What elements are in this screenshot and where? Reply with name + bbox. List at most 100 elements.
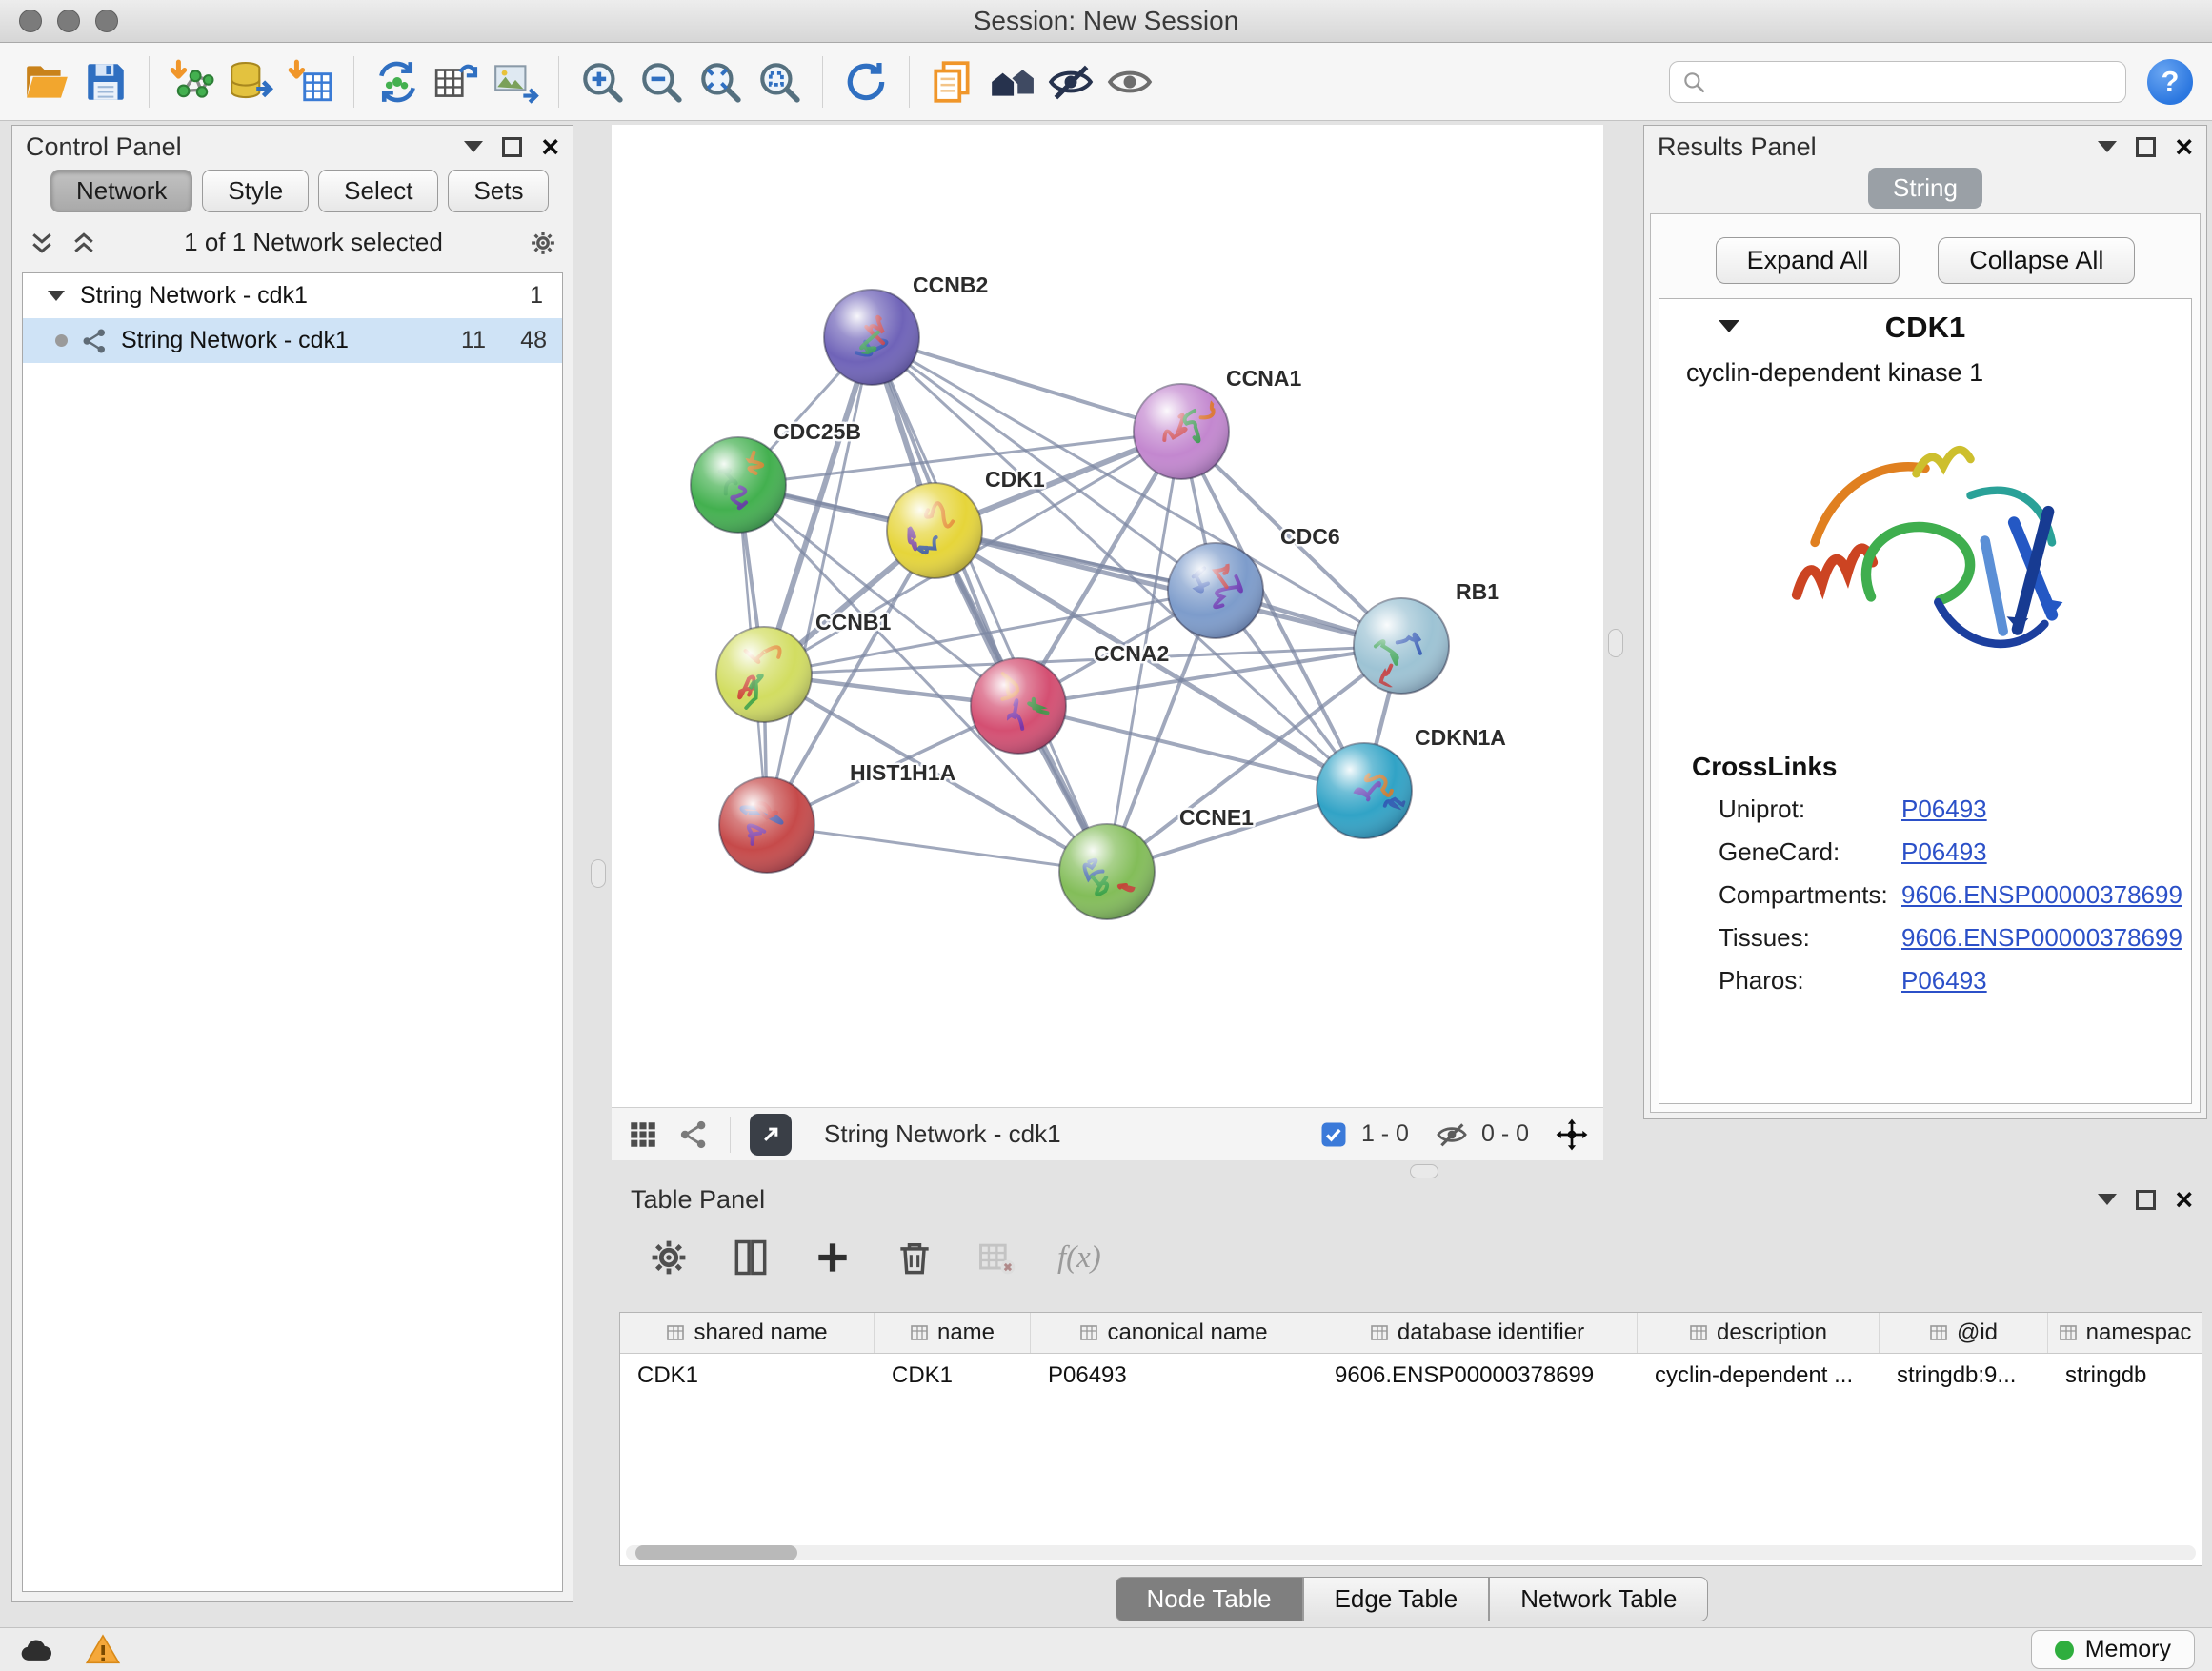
network-node-CCNE1[interactable]: CCNE1 bbox=[1059, 805, 1254, 919]
network-node-CCNB2[interactable]: CCNB2 bbox=[824, 272, 988, 385]
import-network-from-database-button[interactable] bbox=[222, 51, 281, 112]
network-row[interactable]: String Network - cdk1 11 48 bbox=[23, 318, 562, 363]
crosslink-link[interactable]: P06493 bbox=[1901, 966, 1987, 996]
clone-network-button[interactable] bbox=[368, 51, 427, 112]
network-node-RB1[interactable]: RB1 bbox=[1354, 579, 1499, 694]
entry-collapse-icon[interactable] bbox=[1719, 320, 1739, 332]
add-column-icon[interactable] bbox=[812, 1237, 854, 1278]
crosslink-link[interactable]: P06493 bbox=[1901, 795, 1987, 824]
column-header[interactable]: canonical name bbox=[1031, 1313, 1317, 1353]
tab-style[interactable]: Style bbox=[202, 170, 309, 212]
column-header[interactable]: database identifier bbox=[1317, 1313, 1638, 1353]
scrollbar-thumb[interactable] bbox=[635, 1545, 797, 1560]
network-canvas[interactable]: CCNB2CCNA1CDC25BCDK1CDC6RB1CCNB1CCNA2CDK… bbox=[612, 125, 1603, 1107]
minimize-window-button[interactable] bbox=[57, 10, 80, 32]
network-node-CCNA1[interactable]: CCNA1 bbox=[1134, 366, 1301, 479]
share-view-icon[interactable] bbox=[678, 1118, 711, 1151]
delete-column-trash-icon[interactable] bbox=[894, 1237, 935, 1278]
network-graph[interactable]: CCNB2CCNA1CDC25BCDK1CDC6RB1CCNB1CCNA2CDK… bbox=[612, 125, 1603, 1107]
tab-edge-table[interactable]: Edge Table bbox=[1303, 1577, 1490, 1621]
network-edge[interactable] bbox=[872, 337, 1107, 872]
panel-float-icon[interactable] bbox=[2136, 137, 2156, 157]
network-node-CDK1[interactable]: CDK1 bbox=[887, 467, 1045, 578]
first-neighbors-button[interactable] bbox=[982, 51, 1041, 112]
column-header[interactable]: shared name bbox=[620, 1313, 875, 1353]
hide-selected-button[interactable] bbox=[1041, 51, 1100, 112]
table-tabs: Node Table Edge Table Network Table bbox=[617, 1577, 2206, 1621]
search-box[interactable] bbox=[1669, 61, 2126, 103]
tab-network[interactable]: Network bbox=[50, 170, 192, 212]
network-edge[interactable] bbox=[767, 337, 872, 825]
network-node-CDKN1A[interactable]: CDKN1A bbox=[1317, 725, 1506, 838]
network-node-HIST1H1A[interactable]: HIST1H1A bbox=[719, 760, 955, 873]
network-node-CCNB1[interactable]: CCNB1 bbox=[716, 610, 891, 722]
zoom-out-button[interactable] bbox=[632, 51, 691, 112]
expand-all-button[interactable]: Expand All bbox=[1716, 237, 1900, 284]
tree-expander-icon[interactable] bbox=[48, 291, 65, 301]
copy-style-button[interactable] bbox=[923, 51, 982, 112]
splitter-handle[interactable] bbox=[1608, 629, 1623, 657]
warning-icon[interactable] bbox=[84, 1631, 122, 1669]
search-input[interactable] bbox=[1716, 67, 2114, 96]
panel-close-icon[interactable]: × bbox=[2175, 131, 2193, 162]
splitter-handle[interactable] bbox=[591, 859, 606, 888]
maximize-window-button[interactable] bbox=[95, 10, 118, 32]
column-header[interactable]: namespac bbox=[2048, 1313, 2202, 1353]
column-header[interactable]: name bbox=[875, 1313, 1031, 1353]
column-header[interactable]: @id bbox=[1880, 1313, 2048, 1353]
hidden-eye-slash-icon[interactable] bbox=[1436, 1118, 1468, 1151]
column-header[interactable]: description bbox=[1638, 1313, 1880, 1353]
select-columns-icon[interactable] bbox=[730, 1237, 772, 1278]
show-all-button[interactable] bbox=[1100, 51, 1159, 112]
panel-float-icon[interactable] bbox=[502, 137, 522, 157]
tab-select[interactable]: Select bbox=[318, 170, 438, 212]
network-node-CDC25B[interactable]: CDC25B bbox=[691, 419, 861, 533]
birdseye-view-button[interactable] bbox=[750, 1114, 792, 1156]
cloud-icon[interactable] bbox=[17, 1631, 55, 1669]
crosslink-row: Tissues: 9606.ENSP00000378699 bbox=[1659, 916, 2191, 959]
tab-network-table[interactable]: Network Table bbox=[1489, 1577, 1708, 1621]
crosslink-link[interactable]: 9606.ENSP00000378699 bbox=[1901, 923, 2182, 953]
panel-menu-icon[interactable] bbox=[464, 141, 483, 152]
panel-menu-icon[interactable] bbox=[2098, 141, 2117, 152]
memory-button[interactable]: Memory bbox=[2031, 1630, 2195, 1669]
network-from-table-button[interactable] bbox=[427, 51, 486, 112]
import-network-from-file-button[interactable] bbox=[163, 51, 222, 112]
network-edge[interactable] bbox=[767, 825, 1107, 872]
splitter-handle[interactable] bbox=[1410, 1164, 1438, 1178]
panel-menu-icon[interactable] bbox=[2098, 1194, 2117, 1205]
import-table-from-file-button[interactable] bbox=[281, 51, 340, 112]
help-button[interactable]: ? bbox=[2147, 59, 2193, 105]
crosslink-link[interactable]: 9606.ENSP00000378699 bbox=[1901, 880, 2182, 910]
expand-all-icon[interactable] bbox=[70, 229, 98, 257]
pan-crosshair-icon[interactable] bbox=[1556, 1118, 1588, 1151]
tab-sets[interactable]: Sets bbox=[448, 170, 549, 212]
collapse-all-button[interactable]: Collapse All bbox=[1938, 237, 2135, 284]
save-session-button[interactable] bbox=[76, 51, 135, 112]
node-label-CCNB1: CCNB1 bbox=[815, 610, 891, 634]
tab-node-table[interactable]: Node Table bbox=[1116, 1577, 1303, 1621]
table-row[interactable]: CDK1 CDK1 P06493 9606.ENSP00000378699 cy… bbox=[620, 1354, 2202, 1398]
zoom-in-button[interactable] bbox=[573, 51, 632, 112]
collapse-all-icon[interactable] bbox=[28, 229, 56, 257]
panel-float-icon[interactable] bbox=[2136, 1190, 2156, 1210]
network-selection-status: 1 of 1 Network selected bbox=[111, 228, 515, 257]
horizontal-scrollbar[interactable] bbox=[626, 1545, 2196, 1560]
crosslink-link[interactable]: P06493 bbox=[1901, 837, 1987, 867]
apply-layout-button[interactable] bbox=[836, 51, 895, 112]
panel-close-icon[interactable]: × bbox=[541, 131, 559, 162]
open-session-button[interactable] bbox=[17, 51, 76, 112]
close-window-button[interactable] bbox=[19, 10, 42, 32]
export-image-button[interactable] bbox=[486, 51, 545, 112]
fit-content-button[interactable] bbox=[691, 51, 750, 112]
gear-icon[interactable] bbox=[529, 229, 557, 257]
selected-checkbox-icon[interactable] bbox=[1319, 1120, 1348, 1149]
table-settings-gear-icon[interactable] bbox=[648, 1237, 690, 1278]
zoom-selected-button[interactable] bbox=[750, 51, 809, 112]
node-label-HIST1H1A: HIST1H1A bbox=[850, 760, 955, 785]
grid-view-icon[interactable] bbox=[627, 1118, 659, 1151]
network-collection-row[interactable]: String Network - cdk1 1 bbox=[23, 273, 562, 318]
function-builder-button[interactable]: f(x) bbox=[1057, 1240, 1101, 1276]
tab-string[interactable]: String bbox=[1868, 168, 1982, 209]
panel-close-icon[interactable]: × bbox=[2175, 1184, 2193, 1215]
